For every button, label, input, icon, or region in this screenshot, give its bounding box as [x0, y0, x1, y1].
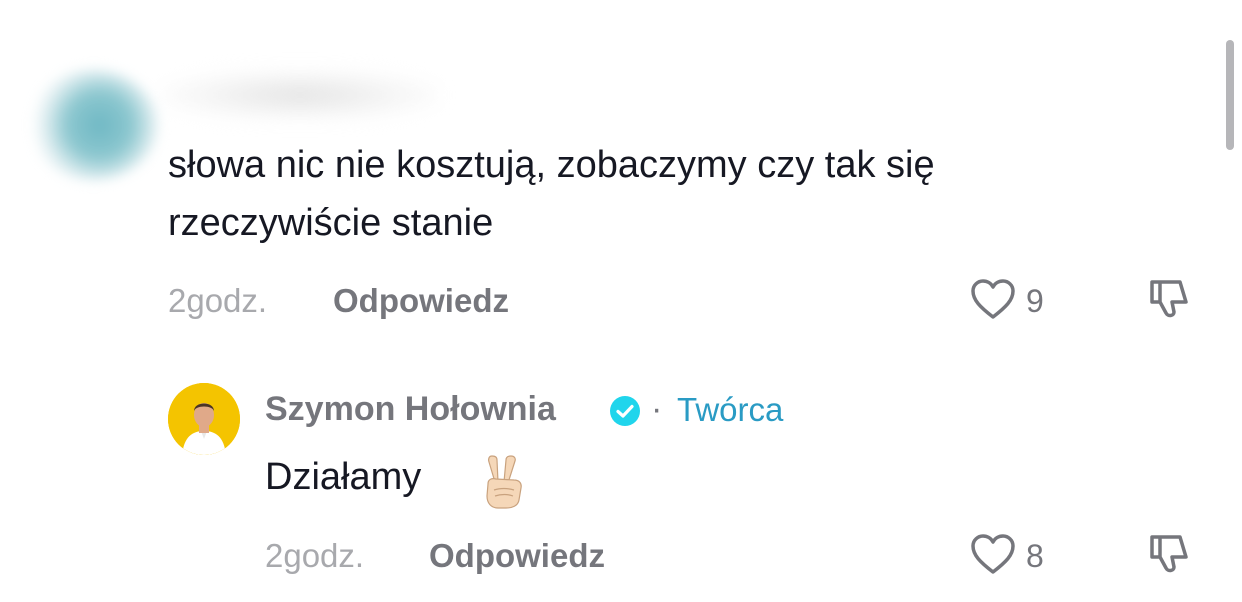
comment-time: 2godz.: [168, 282, 268, 319]
blurred-username[interactable]: [160, 70, 440, 120]
comment-text: słowa nic nie kosztują, zobaczymy czy ta…: [168, 144, 935, 244]
dislike-icon[interactable]: [1148, 276, 1192, 320]
scrollbar[interactable]: [1226, 40, 1234, 150]
verified-badge-icon: [610, 396, 640, 426]
author-name[interactable]: Szymon Hołownia: [265, 390, 556, 429]
creator-label: Twórca: [677, 391, 784, 428]
separator-dot: ·: [651, 390, 663, 428]
avatar-photo: [168, 383, 240, 455]
comment-time: 2godz.: [265, 537, 365, 574]
like-count: 9: [1026, 283, 1044, 319]
reply-button[interactable]: Odpowiedz: [429, 537, 605, 575]
dislike-icon[interactable]: [1148, 531, 1192, 575]
comment-text: Działamy: [265, 456, 422, 498]
reply-button[interactable]: Odpowiedz: [333, 282, 509, 320]
like-count: 8: [1026, 538, 1044, 574]
victory-hand-emoji-icon: [486, 455, 522, 509]
heart-icon[interactable]: [970, 533, 1016, 575]
blurred-avatar[interactable]: [28, 70, 158, 180]
heart-icon[interactable]: [970, 278, 1016, 320]
avatar[interactable]: [168, 383, 240, 455]
